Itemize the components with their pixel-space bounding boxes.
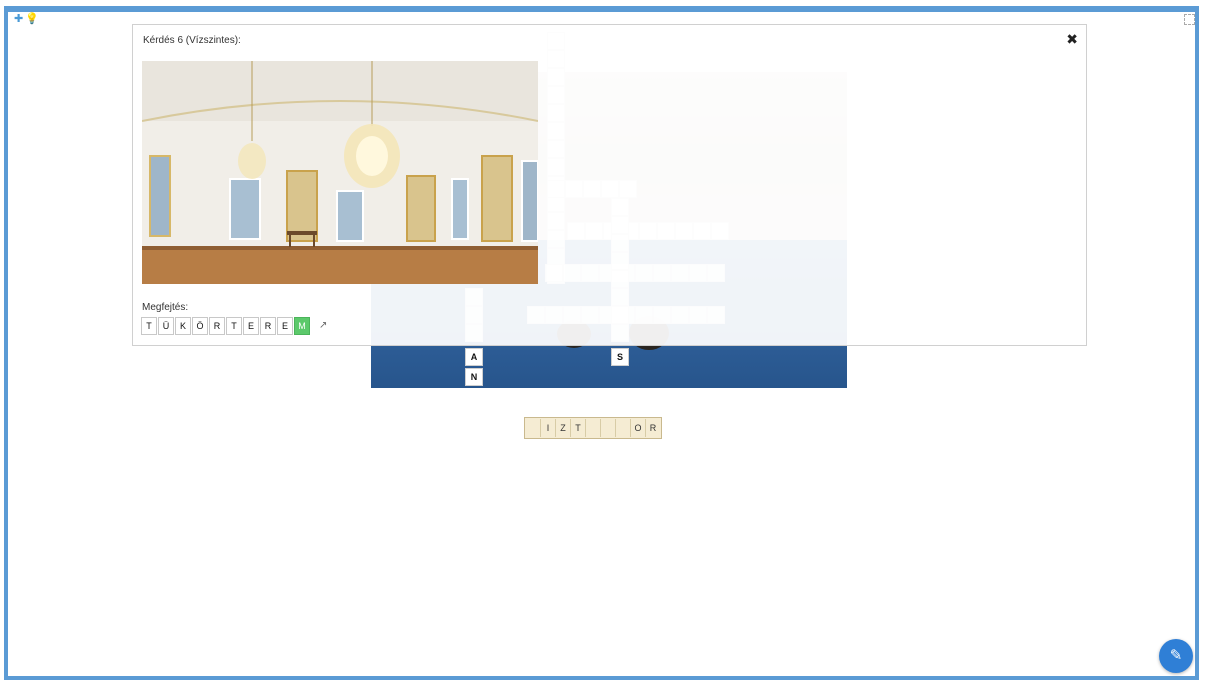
dialog-title: Kérdés 6 (Vízszintes): — [143, 35, 241, 46]
top-left-toolbar: ✚ 💡 — [14, 14, 39, 25]
fullscreen-icon[interactable] — [1184, 14, 1195, 25]
solution-cell[interactable]: E — [277, 317, 293, 335]
solution-label: Megfejtés: — [142, 302, 189, 313]
edit-icon: ✎ — [1169, 647, 1183, 664]
solution-row: T Ü K Ö R T E R E M ↗ — [141, 317, 327, 335]
solution-cell[interactable]: Ö — [192, 317, 208, 335]
external-link-icon[interactable]: ↗ — [319, 317, 327, 335]
answer-slot[interactable]: R — [646, 419, 660, 437]
solution-cell[interactable]: T — [226, 317, 242, 335]
lightbulb-icon[interactable]: 💡 — [25, 14, 39, 25]
crossword-cell[interactable]: N — [465, 368, 483, 386]
edit-button[interactable]: ✎ — [1159, 639, 1193, 673]
answer-slot[interactable] — [586, 419, 601, 437]
solution-cell[interactable]: E — [243, 317, 259, 335]
answer-slot[interactable]: O — [631, 419, 646, 437]
solution-cell[interactable]: Ü — [158, 317, 174, 335]
crossword-cell[interactable]: S — [611, 348, 629, 366]
question-image — [142, 61, 538, 284]
solution-cell[interactable]: R — [260, 317, 276, 335]
answer-slot[interactable] — [526, 419, 541, 437]
answer-slot[interactable]: I — [541, 419, 556, 437]
answer-slot[interactable] — [601, 419, 616, 437]
puzzle-icon[interactable]: ✚ — [14, 14, 23, 25]
answer-slot[interactable] — [616, 419, 631, 437]
answer-slot[interactable]: T — [571, 419, 586, 437]
solution-cell[interactable]: K — [175, 317, 191, 335]
answer-strip[interactable]: IZT OR — [524, 417, 662, 439]
solution-cell[interactable]: T — [141, 317, 157, 335]
solution-cell[interactable]: R — [209, 317, 225, 335]
crossword-cell[interactable]: A — [465, 348, 483, 366]
answer-slot[interactable]: Z — [556, 419, 571, 437]
close-icon[interactable]: ✖ — [1066, 31, 1078, 48]
question-dialog: Kérdés 6 (Vízszintes): ✖ Megfejtés: T Ü … — [132, 24, 1087, 346]
solution-cell[interactable]: M — [294, 317, 310, 335]
